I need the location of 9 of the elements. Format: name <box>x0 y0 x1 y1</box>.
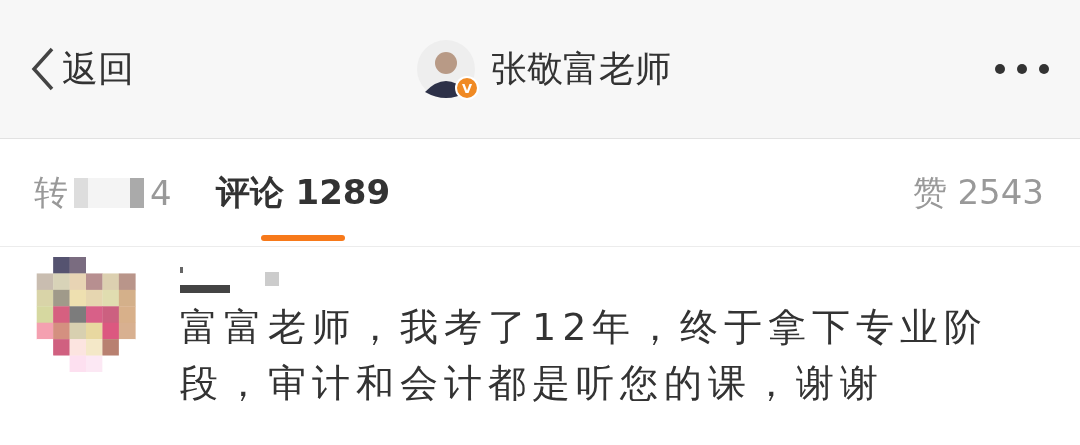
comment-text: 富富老师，我考了12年，终于拿下专业阶段，审计和会计都是听您的课，谢谢 <box>180 304 990 407</box>
back-icon <box>30 47 56 91</box>
more-icon[interactable] <box>994 63 1050 75</box>
blurred-text <box>74 177 144 208</box>
profile-name: 张敬富老师 <box>491 46 671 91</box>
verified-badge: V <box>455 76 479 100</box>
avatar[interactable] <box>417 40 475 98</box>
back-button[interactable]: 返回 <box>30 44 134 94</box>
tab[interactable]: 评论 1289 <box>215 138 391 247</box>
